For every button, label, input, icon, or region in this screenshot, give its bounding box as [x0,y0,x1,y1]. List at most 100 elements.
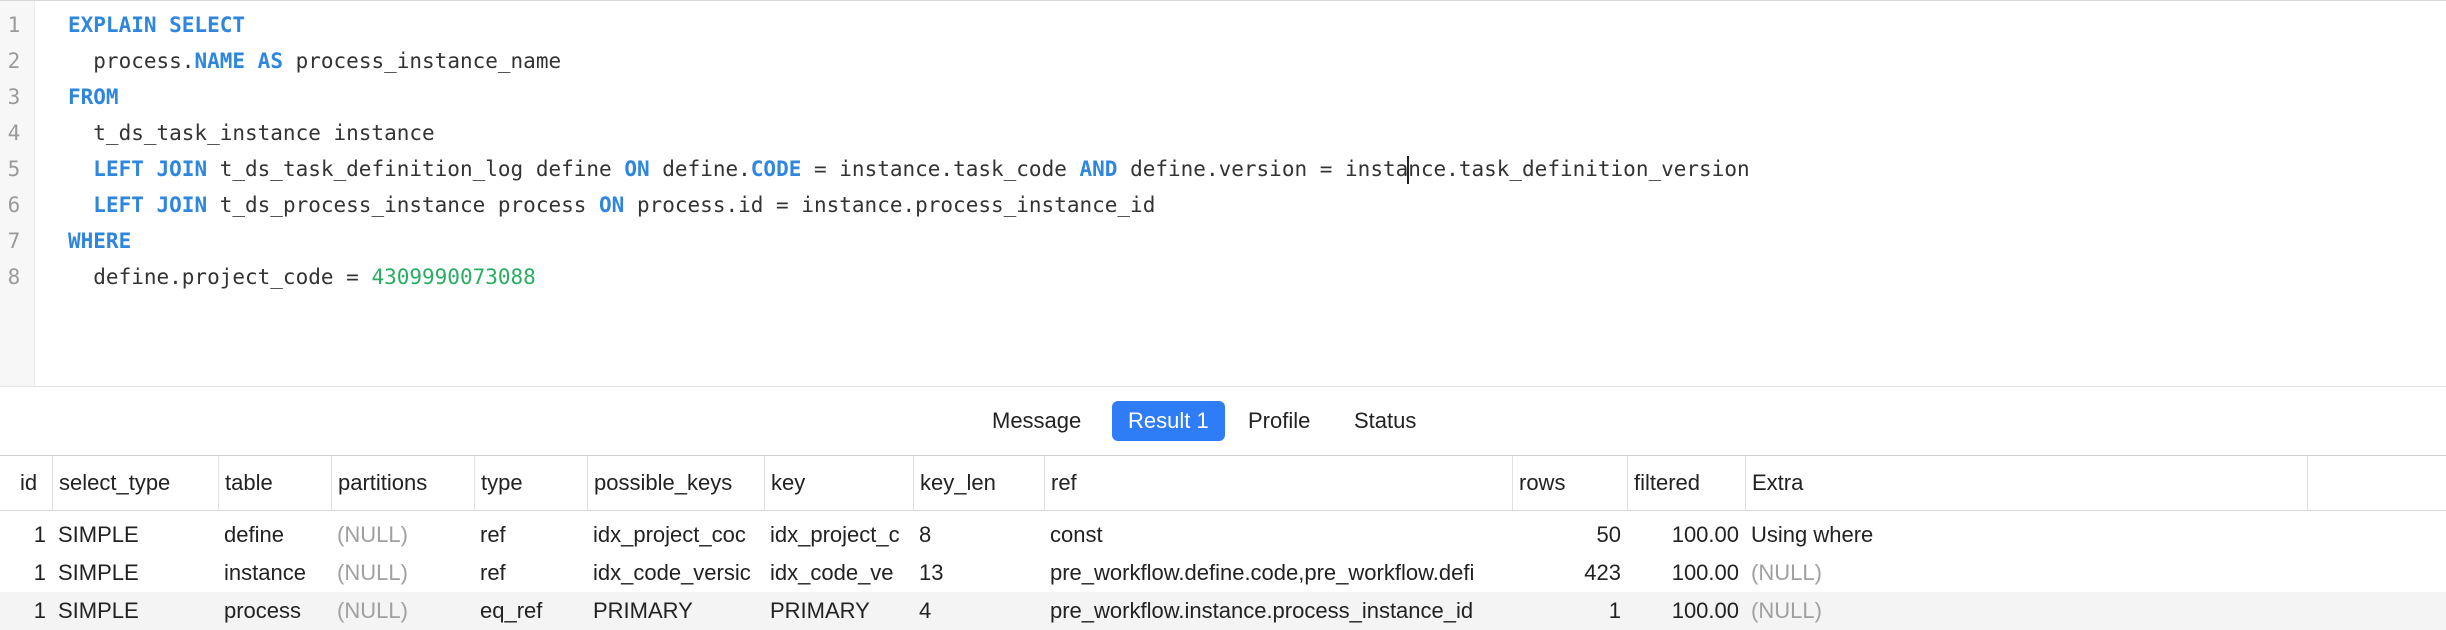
sql-keyword: CODE [750,157,802,181]
table-cell[interactable]: Using where [1745,516,2307,554]
table-cell[interactable]: 4 [913,592,1044,630]
tab-status[interactable]: Status [1338,401,1432,441]
table-cell[interactable]: PRIMARY [587,592,764,630]
line-number: 5 [7,157,21,181]
code-text: t_ds_task_instance instance [68,115,435,151]
sql-token: = instance.task_code [801,157,1080,181]
sql-token: nce.task_definition_version [1408,157,1750,181]
table-cell[interactable]: 50 [1512,516,1627,554]
sql-keyword: WHERE [68,229,132,253]
table-cell[interactable]: instance [218,554,331,592]
column-header-table[interactable]: table [218,456,331,510]
line-number: 2 [7,49,21,73]
sql-token: define. [649,157,751,181]
table-cell[interactable]: ref [474,516,587,554]
table-cell[interactable]: PRIMARY [764,592,913,630]
table-cell[interactable]: (NULL) [1745,554,2307,592]
code-text: LEFT JOIN t_ds_process_instance process … [68,187,1155,223]
code-line[interactable]: 7 WHERE [0,223,2446,259]
column-header-extra[interactable]: Extra [1745,456,2307,510]
sql-token: process_instance_name [282,49,562,73]
table-cell[interactable]: idx_project_c [764,516,913,554]
table-cell[interactable]: 8 [913,516,1044,554]
table-cell[interactable]: pre_workflow.define.code,pre_workflow.de… [1044,554,1512,592]
code-line[interactable]: 6 LEFT JOIN t_ds_process_instance proces… [0,187,2446,223]
code-line[interactable]: 5 LEFT JOIN t_ds_task_definition_log def… [0,151,2446,187]
sql-keyword: LEFT JOIN [93,193,208,217]
table-cell[interactable]: (NULL) [1745,592,2307,630]
tab-result-1[interactable]: Result 1 [1112,401,1225,441]
table-cell[interactable]: 100.00 [1627,554,1745,592]
tab-message[interactable]: Message [976,401,1097,441]
sql-token: define.project_code = [68,265,372,289]
table-cell[interactable]: (NULL) [331,554,474,592]
column-header-rows[interactable]: rows [1512,456,1627,510]
table-row[interactable]: 1 SIMPLE define (NULL) ref idx_project_coc idx… [0,516,2446,554]
code-line[interactable]: 3 FROM [0,79,2446,115]
table-cell[interactable]: 1 [14,516,52,554]
table-cell[interactable]: idx_code_versic [587,554,764,592]
sql-keyword: LEFT JOIN [93,157,208,181]
table-cell[interactable]: 1 [14,592,52,630]
sql-token: process.id = instance.process_instance_i… [624,193,1156,217]
column-header-id[interactable]: id [14,456,52,510]
line-number: 7 [7,229,21,253]
sql-number: 4309990073088 [371,265,536,289]
table-cell[interactable]: SIMPLE [52,516,218,554]
result-tab-bar: Message Result 1 Profile Status [0,386,2446,456]
table-cell[interactable]: ref [474,554,587,592]
sql-keyword: AS [257,49,283,73]
code-line[interactable]: 8 define.project_code = 4309990073088 [0,259,2446,295]
sql-keyword: FROM [68,85,119,109]
table-cell[interactable]: 423 [1512,554,1627,592]
table-cell[interactable]: (NULL) [331,516,474,554]
sql-editor[interactable]: 1 EXPLAIN SELECT 2 process.NAME AS process… [0,0,2446,387]
sql-token: define.version = insta [1117,157,1409,181]
code-text: EXPLAIN SELECT [68,7,245,43]
table-cell[interactable]: 1 [1512,592,1627,630]
results-grid[interactable]: id select_type table partitions type possible… [0,456,2446,630]
sql-keyword: AND [1079,157,1118,181]
code-line[interactable]: 4 t_ds_task_instance instance [0,115,2446,151]
code-line[interactable]: 1 EXPLAIN SELECT [0,7,2446,43]
column-header-key-len[interactable]: key_len [913,456,1044,510]
code-text: FROM [68,79,119,115]
line-number: 1 [7,13,21,37]
line-number: 8 [7,265,21,289]
column-header-select-type[interactable]: select_type [52,456,218,510]
code-text: process.NAME AS process_instance_name [68,43,561,79]
table-cell[interactable]: idx_project_coc [587,516,764,554]
table-cell[interactable]: const [1044,516,1512,554]
code-text: define.project_code = 4309990073088 [68,259,536,295]
code-text: LEFT JOIN t_ds_task_definition_log defin… [68,151,1750,187]
table-row[interactable]: 1 SIMPLE instance (NULL) ref idx_code_versic i… [0,554,2446,592]
column-divider [2307,456,2314,510]
line-number: 4 [7,121,21,145]
column-header-filtered[interactable]: filtered [1627,456,1745,510]
table-cell[interactable]: 13 [913,554,1044,592]
table-cell[interactable]: pre_workflow.instance.process_instance_i… [1044,592,1512,630]
column-header-type[interactable]: type [474,456,587,510]
table-cell[interactable]: eq_ref [474,592,587,630]
table-row[interactable]: 1 SIMPLE process (NULL) eq_ref PRIMARY PRIMARY… [0,592,2446,630]
table-cell[interactable]: 100.00 [1627,592,1745,630]
table-cell[interactable]: SIMPLE [52,592,218,630]
table-cell[interactable]: SIMPLE [52,554,218,592]
sql-token: t_ds_task_instance instance [68,121,435,145]
table-cell[interactable]: 100.00 [1627,516,1745,554]
tab-profile[interactable]: Profile [1232,401,1326,441]
column-header-possible-keys[interactable]: possible_keys [587,456,764,510]
table-cell[interactable]: process [218,592,331,630]
column-header-partitions[interactable]: partitions [331,456,474,510]
sql-token: t_ds_process_instance process [207,193,600,217]
table-cell[interactable]: 1 [14,554,52,592]
table-cell[interactable]: (NULL) [331,592,474,630]
table-cell[interactable]: define [218,516,331,554]
table-cell[interactable]: idx_code_ve [764,554,913,592]
code-line[interactable]: 2 process.NAME AS process_instance_name [0,43,2446,79]
column-header-ref[interactable]: ref [1044,456,1512,510]
column-header-key[interactable]: key [764,456,913,510]
